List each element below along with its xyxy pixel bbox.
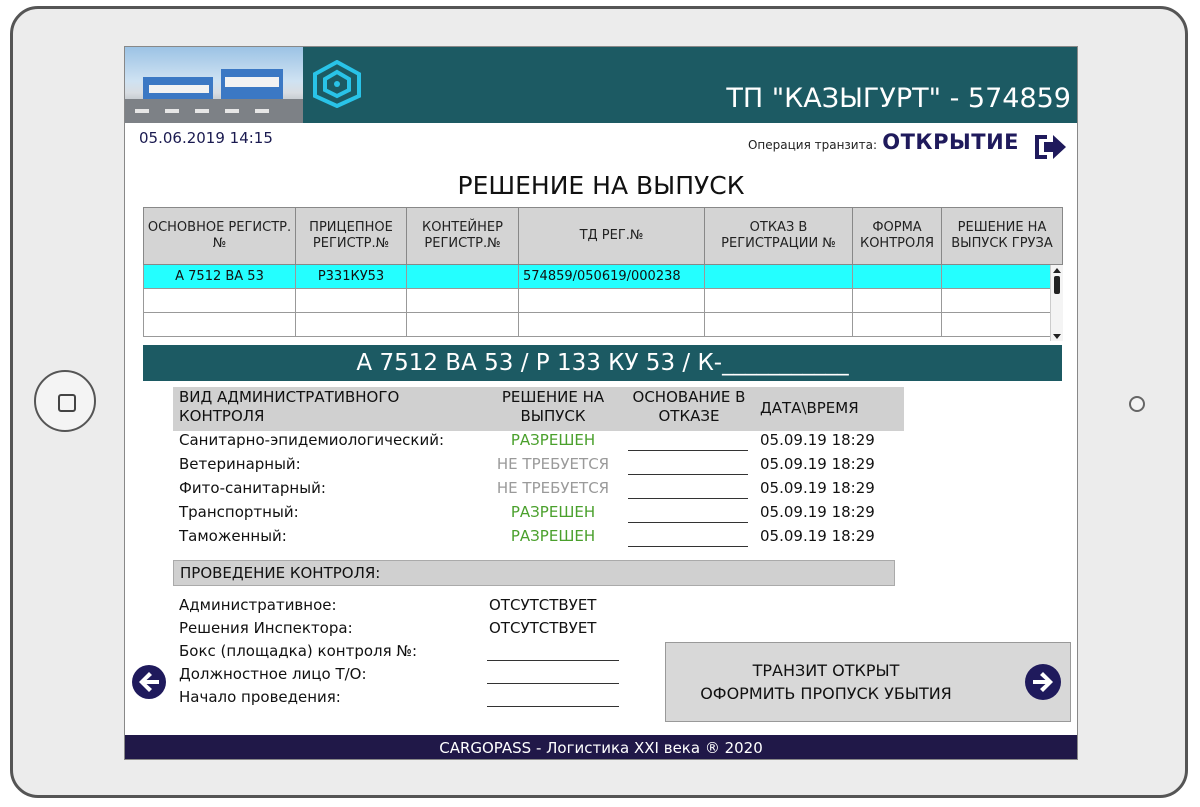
action-button-line1: ТРАНЗИТ ОТКРЫТ [752,661,900,680]
reason-line [628,546,748,547]
operation-label: Операция транзита: [747,138,877,152]
control-decision: РАЗРЕШЕН [510,503,596,521]
app-footer: CARGOPASS - Логистика XXI века ® 2020 [125,735,1077,759]
conduct-value: ОТСУТСТВУЕТ [489,619,597,637]
conduct-field-line[interactable] [487,683,619,684]
checkpoint-photo [125,47,303,123]
table-cell [143,288,296,313]
back-arrow-icon[interactable] [131,664,167,700]
table-row[interactable] [143,312,1063,337]
table-cell [852,312,942,337]
table-row[interactable]: А 7512 ВА 53 Р331КУ53 574859/050619/0002… [143,264,1063,289]
table-cell [406,288,519,313]
table-header-row: ОСНОВНОЕ РЕГИСТР.№ ПРИЦЕПНОЕ РЕГИСТР.№ К… [143,207,1063,265]
reason-line [628,498,748,499]
conduct-field-line[interactable] [487,706,619,707]
col-header-main-reg: ОСНОВНОЕ РЕГИСТР.№ [143,207,296,265]
table-scrollbar[interactable] [1050,265,1063,341]
table-cell [406,264,519,289]
col-header-refusal: ОТКАЗ В РЕГИСТРАЦИИ № [704,207,853,265]
control-header-reason: ОСНОВАНИЕ В ОТКАЗЕ [632,388,746,425]
control-decision: РАЗРЕШЕН [510,527,596,545]
release-table: ОСНОВНОЕ РЕГИСТР.№ ПРИЦЕПНОЕ РЕГИСТР.№ К… [143,207,1063,337]
table-cell [143,312,296,337]
conduct-label: Решения Инспектора: [179,619,353,637]
table-cell [406,312,519,337]
table-cell [704,312,853,337]
conduct-label: Бокс (площадка) контроля №: [179,642,418,660]
control-header-datetime: ДАТА\ВРЕМЯ [760,399,859,417]
conduct-section-title: ПРОВЕДЕНИЕ КОНТРОЛЯ: [173,560,895,586]
scroll-down-icon[interactable] [1053,334,1061,339]
conduct-label: Начало проведения: [179,688,341,706]
home-button[interactable] [34,370,96,432]
scroll-up-icon[interactable] [1053,268,1061,273]
page-title: РЕШЕНИЕ НА ВЫПУСК [457,171,745,200]
control-decision: РАЗРЕШЕН [510,431,596,449]
table-cell: А 7512 ВА 53 [143,264,296,289]
conduct-label: Должностное лицо Т/О: [179,665,367,683]
control-header-type: ВИД АДМИНИСТРАТИВНОГО КОНТРОЛЯ [179,388,400,425]
reason-line [628,450,748,451]
col-header-release-decision: РЕШЕНИЕ НА ВЫПУСК ГРУЗА [941,207,1063,265]
control-label: Санитарно-эпидемиологический: [179,431,445,449]
home-square-icon [58,394,76,412]
table-cell [704,264,853,289]
brand-logo-icon [313,60,361,108]
open-transit-button[interactable]: ТРАНЗИТ ОТКРЫТ ОФОРМИТЬ ПРОПУСК УБЫТИЯ [665,642,1071,722]
table-cell [518,312,705,337]
col-header-control-form: ФОРМА КОНТРОЛЯ [852,207,942,265]
table-cell [295,288,407,313]
forward-arrow-icon[interactable] [1024,663,1062,701]
col-header-container-reg: КОНТЕЙНЕР РЕГИСТР.№ [406,207,519,265]
table-cell [941,312,1063,337]
conduct-field-line[interactable] [487,660,619,661]
table-cell [704,288,853,313]
table-cell [852,264,942,289]
control-label: Таможенный: [179,527,287,545]
control-label: Ветеринарный: [179,455,301,473]
col-header-trailer-reg: ПРИЦЕПНОЕ РЕГИСТР.№ [295,207,407,265]
control-datetime: 05.09.19 18:29 [760,455,875,473]
checkpoint-title: ТП "КАЗЫГУРТ" - 574859 [726,83,1071,114]
scroll-thumb[interactable] [1054,276,1060,294]
action-button-line2: ОФОРМИТЬ ПРОПУСК УБЫТИЯ [700,684,952,703]
control-label: Фито-санитарный: [179,479,326,497]
control-header-decision: РЕШЕНИЕ НА ВЫПУСК [501,388,605,425]
col-header-td-reg: ТД РЕГ.№ [518,207,705,265]
table-cell [852,288,942,313]
table-cell [941,264,1063,289]
control-datetime: 05.09.19 18:29 [760,479,875,497]
control-decision: НЕ ТРЕБУЕТСЯ [496,455,610,473]
exit-arrow-icon[interactable] [1031,129,1069,165]
reason-line [628,522,748,523]
table-row[interactable] [143,288,1063,313]
table-cell: 574859/050619/000238 [518,264,705,289]
table-cell: Р331КУ53 [295,264,407,289]
table-cell [295,312,407,337]
control-datetime: 05.09.19 18:29 [760,503,875,521]
conduct-value: ОТСУТСТВУЕТ [489,596,597,614]
plate-summary-bar: А 7512 ВА 53 / Р 133 КУ 53 / К-_________… [143,345,1062,381]
control-decision: НЕ ТРЕБУЕТСЯ [496,479,610,497]
control-datetime: 05.09.19 18:29 [760,527,875,545]
conduct-label: Административное: [179,596,337,614]
operation-value: ОТКРЫТИЕ [882,130,1019,154]
table-cell [941,288,1063,313]
reason-line [628,474,748,475]
table-cell [518,288,705,313]
current-datetime: 05.06.2019 14:15 [139,129,273,147]
app-screen: ТП "КАЗЫГУРТ" - 574859 05.06.2019 14:15 … [124,46,1078,760]
camera-dot [1129,396,1145,412]
app-header: ТП "КАЗЫГУРТ" - 574859 [125,47,1077,123]
control-label: Транспортный: [179,503,299,521]
control-datetime: 05.09.19 18:29 [760,431,875,449]
